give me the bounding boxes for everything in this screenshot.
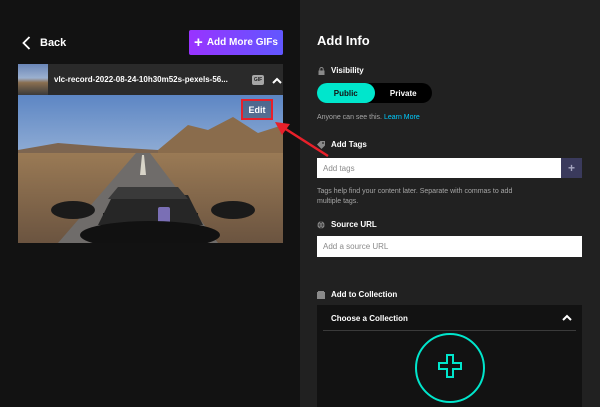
edit-button[interactable]: Edit <box>241 99 273 120</box>
tags-input[interactable] <box>317 158 561 178</box>
tags-helper: Tags help find your content later. Separ… <box>317 187 512 207</box>
add-tag-button[interactable]: + <box>561 158 582 178</box>
plus-icon <box>438 353 462 383</box>
file-row: vlc-record-2022-08-24-10h30m52s-pexels-5… <box>18 64 283 95</box>
back-label: Back <box>40 37 67 49</box>
source-label: Source URL <box>331 220 377 229</box>
source-url-input[interactable] <box>317 236 582 257</box>
add-more-gifs-button[interactable]: + Add More GIFs <box>189 30 283 55</box>
file-name: vlc-record-2022-08-24-10h30m52s-pexels-5… <box>54 75 228 84</box>
visibility-helper: Anyone can see this. Learn More <box>317 113 420 123</box>
plus-icon: + <box>194 34 203 51</box>
tag-icon <box>317 140 325 149</box>
visibility-label-row: Visibility <box>317 66 364 75</box>
lock-icon <box>317 66 325 75</box>
source-label-row: Source URL <box>317 220 377 229</box>
collection-label: Add to Collection <box>331 290 398 299</box>
file-thumbnail <box>18 64 48 95</box>
add-more-gifs-label: Add More GIFs <box>206 37 278 48</box>
back-button[interactable]: Back <box>22 33 66 53</box>
create-collection-button[interactable] <box>415 333 485 403</box>
chevron-up-icon <box>272 71 282 89</box>
add-info-title: Add Info <box>317 33 370 48</box>
gif-badge: GIF <box>252 74 265 85</box>
collection-label-row: Add to Collection <box>317 290 397 299</box>
learn-more-link[interactable]: Learn More <box>384 114 420 121</box>
visibility-label: Visibility <box>331 66 364 75</box>
tags-helper-line-1: Tags help find your content later. Separ… <box>317 188 513 195</box>
tags-helper-line-2: multiple tags. <box>317 198 359 205</box>
collapse-button[interactable] <box>271 74 283 86</box>
choose-collection-dropdown[interactable]: Choose a Collection <box>323 307 576 331</box>
globe-icon <box>317 220 325 229</box>
chevron-left-icon <box>22 36 31 50</box>
collection-icon <box>317 290 325 299</box>
chevron-up-icon <box>562 314 572 323</box>
visibility-toggle: Public Private <box>317 83 432 103</box>
tags-label: Add Tags <box>331 140 367 149</box>
visibility-helper-text: Anyone can see this. <box>317 114 382 121</box>
visibility-private-option[interactable]: Private <box>375 83 433 103</box>
tags-label-row: Add Tags <box>317 140 367 149</box>
visibility-public-option[interactable]: Public <box>317 83 375 103</box>
choose-collection-label: Choose a Collection <box>331 314 408 323</box>
